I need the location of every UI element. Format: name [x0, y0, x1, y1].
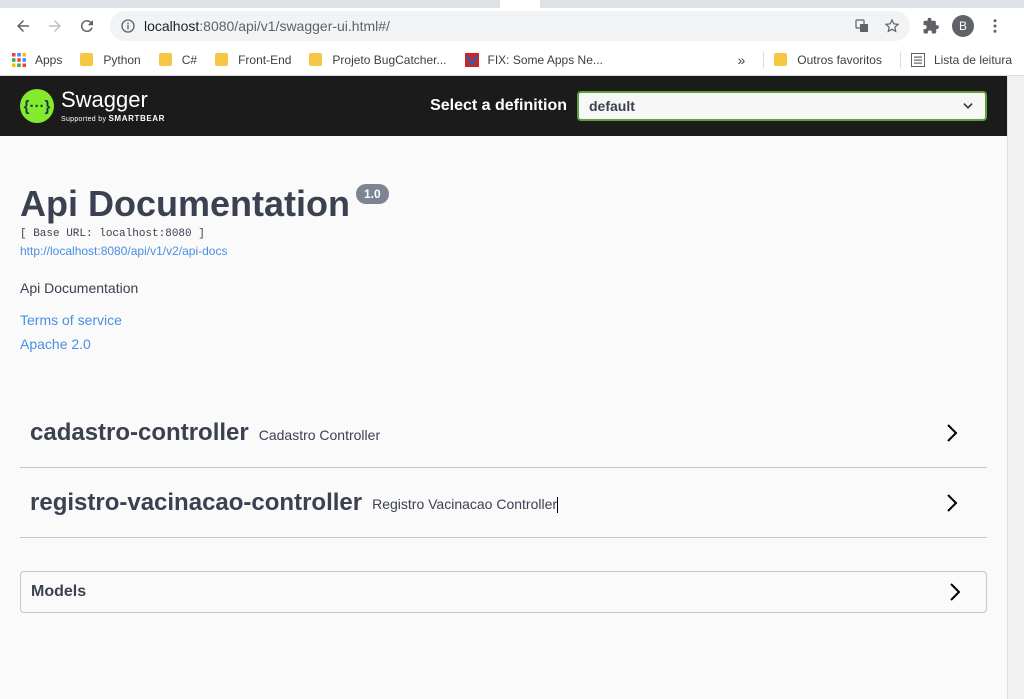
tag-cadastro-controller[interactable]: cadastro-controller Cadastro Controller [20, 398, 987, 468]
apps-grid-icon [12, 52, 26, 67]
logo-name: Swagger [61, 87, 148, 112]
reload-icon [80, 20, 93, 33]
swagger-logo[interactable]: {···} Swagger Supported by SMARTBEAR [20, 89, 165, 123]
swagger-info: Api Documentation 1.0 [ Base URL: localh… [20, 136, 987, 613]
reading-list-label: Lista de leitura [933, 52, 1012, 67]
site-favicon-icon [464, 52, 479, 67]
select-definition-label: Select a definition [430, 97, 567, 114]
chevron-right-icon [947, 423, 958, 442]
bookmarks-bar: Apps Python C# Front-End Projeto BugCatc… [0, 44, 1024, 76]
bookmarks-overflow-button[interactable]: » [737, 52, 745, 68]
extensions-puzzle-icon[interactable] [922, 17, 940, 35]
definition-select[interactable]: default [577, 91, 987, 121]
folder-icon [80, 53, 94, 66]
page-scrollbar[interactable] [1007, 76, 1024, 699]
swagger-topbar: {···} Swagger Supported by SMARTBEAR Sel… [0, 76, 1007, 136]
definition-select-value: default [589, 98, 635, 114]
tag-registro-vacinacao-controller[interactable]: registro-vacinacao-controller Registro V… [20, 468, 987, 538]
bookmark-front-end[interactable]: Front-End [215, 53, 291, 67]
tag-description: Cadastro Controller [258, 426, 381, 443]
bookmark-label: C# [181, 52, 198, 67]
url-text[interactable]: localhost:8080/api/v1/swagger-ui.html#/ [144, 18, 854, 34]
active-tab[interactable] [500, 0, 540, 8]
reload-button[interactable] [72, 11, 102, 41]
arrow-left-icon [17, 20, 29, 32]
browser-toolbar: localhost:8080/api/v1/swagger-ui.html#/ … [0, 8, 1024, 44]
version-badge: 1.0 [356, 184, 389, 204]
bookmark-label: FIX: Some Apps Ne... [487, 52, 603, 67]
arrow-right-icon [49, 20, 61, 32]
back-button[interactable] [8, 11, 38, 41]
bookmark-other-favorites[interactable]: Outros favoritos [774, 53, 882, 67]
tag-description: Registro Vacinacao Controller [372, 495, 559, 514]
translate-icon[interactable] [854, 18, 870, 34]
tag-name: cadastro-controller [30, 418, 249, 446]
url-path: :8080/api/v1/swagger-ui.html#/ [199, 18, 390, 34]
bookmarks-separator [899, 51, 901, 68]
forward-button[interactable] [40, 11, 70, 41]
reading-list-icon [910, 52, 925, 67]
reading-list-button[interactable]: Lista de leitura [910, 52, 1012, 67]
tag-description-text: Registro Vacinacao Controller [372, 495, 558, 512]
terms-of-service-link[interactable]: Terms of service [20, 312, 987, 328]
text-cursor [557, 497, 559, 514]
bookmark-label: Python [103, 52, 141, 67]
folder-icon [774, 53, 788, 66]
folder-icon [158, 53, 172, 66]
swagger-braces-icon: {···} [20, 89, 54, 123]
chevron-down-icon [963, 103, 973, 109]
bookmark-apps[interactable]: Apps [12, 52, 63, 67]
bookmark-python[interactable]: Python [80, 52, 141, 67]
api-docs-link[interactable]: http://localhost:8080/api/v1/v2/api-docs [20, 244, 987, 258]
tag-name: registro-vacinacao-controller [30, 488, 363, 516]
license-link[interactable]: Apache 2.0 [20, 336, 987, 352]
more-vertical-icon[interactable] [986, 17, 1004, 35]
logo-sub: Supported by [61, 116, 107, 123]
bookmark-label: Apps [35, 52, 63, 67]
star-icon[interactable] [884, 18, 900, 34]
bookmark-fix-apps[interactable]: FIX: Some Apps Ne... [464, 52, 603, 67]
models-section[interactable]: Models [20, 571, 987, 613]
address-bar[interactable]: localhost:8080/api/v1/swagger-ui.html#/ [110, 11, 910, 41]
models-title: Models [31, 583, 87, 600]
folder-icon [215, 53, 229, 66]
bookmark-label: Projeto BugCatcher... [332, 52, 447, 67]
chevron-right-icon [950, 583, 961, 601]
bookmark-csharp[interactable]: C# [158, 52, 198, 67]
profile-avatar[interactable]: B [952, 15, 974, 37]
browser-tabstrip [0, 0, 1024, 8]
bookmark-label: Front-End [238, 52, 292, 67]
chevron-double-right-icon: » [737, 51, 746, 68]
api-description: Api Documentation [20, 280, 139, 296]
page-title: Api Documentation [20, 183, 350, 224]
chevron-right-icon [947, 493, 958, 512]
logo-brand: SMARTBEAR [108, 114, 166, 123]
base-url: [ Base URL: localhost:8080 ] [20, 228, 205, 240]
bookmark-bugcatcher[interactable]: Projeto BugCatcher... [309, 52, 447, 67]
folder-icon [309, 53, 323, 66]
info-icon[interactable] [120, 18, 136, 34]
url-host: localhost [144, 18, 200, 34]
bookmark-label: Outros favoritos [797, 52, 882, 67]
bookmarks-separator [763, 51, 765, 68]
